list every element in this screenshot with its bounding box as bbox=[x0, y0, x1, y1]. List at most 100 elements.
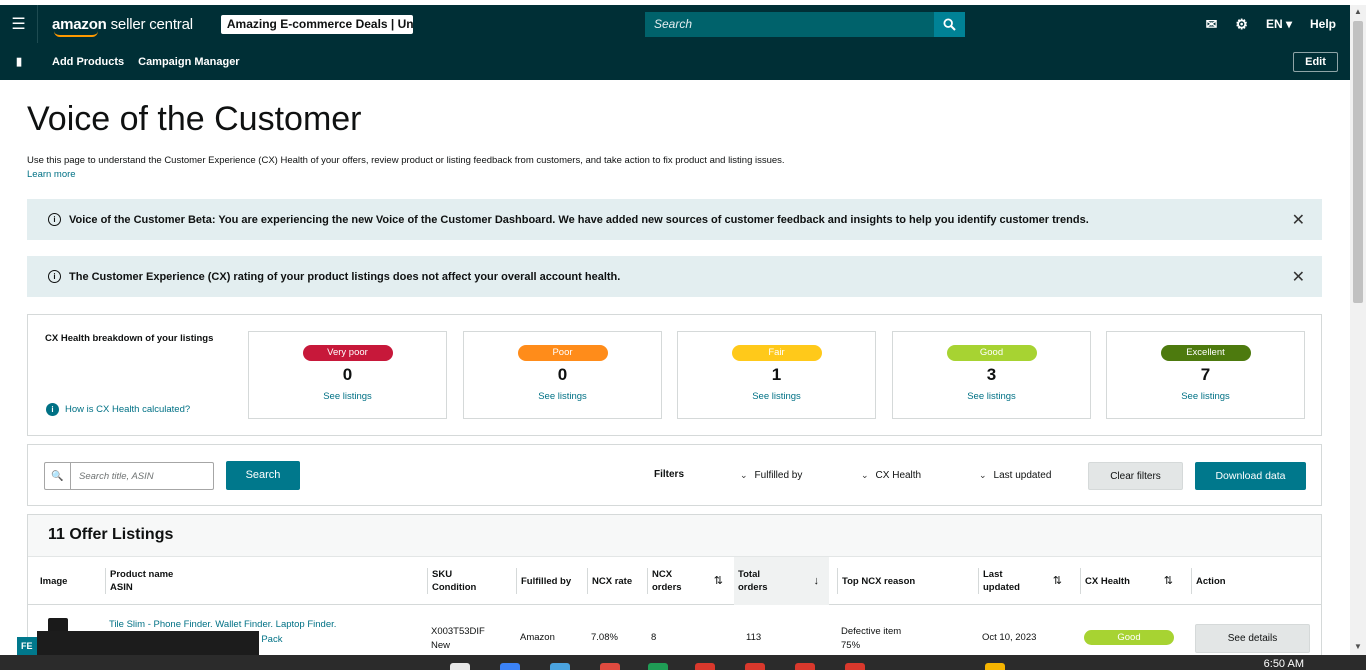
cx-badge-fair: Fair bbox=[731, 345, 822, 361]
see-listings-link[interactable]: See listings bbox=[464, 391, 661, 402]
taskbar-app-icon[interactable] bbox=[550, 663, 570, 670]
col-top-ncx-reason[interactable]: Top NCX reason bbox=[837, 568, 967, 594]
help-link[interactable]: Help bbox=[1310, 17, 1336, 31]
mail-icon[interactable]: ✉ bbox=[1206, 16, 1218, 33]
scroll-down-icon[interactable]: ▼ bbox=[1354, 642, 1362, 651]
beta-banner: i Voice of the Customer Beta: You are ex… bbox=[27, 199, 1322, 240]
col-total-orders[interactable]: Total orders ↓ bbox=[734, 557, 829, 605]
col-fulfilled-by[interactable]: Fulfilled by bbox=[516, 568, 588, 594]
col-product-name[interactable]: Product name ASIN bbox=[105, 568, 419, 594]
bookmark-bar: ▮ Add Products Campaign Manager Edit bbox=[0, 43, 1350, 80]
taskbar-app-icon[interactable] bbox=[500, 663, 520, 670]
filter-last-updated[interactable]: ⌄ Last updated bbox=[979, 470, 1051, 481]
filter-cx-health[interactable]: ⌄ CX Health bbox=[861, 470, 921, 481]
col-last-updated-text-1: Last bbox=[983, 569, 1003, 580]
beta-banner-text: Voice of the Customer Beta: You are expe… bbox=[69, 213, 1089, 226]
reason-value: Defective item bbox=[841, 626, 902, 637]
cx-health-how-link[interactable]: i How is CX Health calculated? bbox=[46, 403, 190, 416]
close-icon[interactable]: ✕ bbox=[1292, 210, 1305, 230]
see-details-button[interactable]: See details bbox=[1195, 624, 1310, 653]
download-data-button[interactable]: Download data bbox=[1195, 462, 1306, 490]
filter-fulfilled-by[interactable]: ⌄ Fulfilled by bbox=[740, 470, 802, 481]
see-listings-link[interactable]: See listings bbox=[893, 391, 1090, 402]
global-search-button[interactable] bbox=[934, 12, 965, 37]
col-total-orders-label: Total orders bbox=[738, 568, 768, 594]
cx-rating-banner-text: The Customer Experience (CX) rating of y… bbox=[69, 270, 621, 283]
col-total-orders-text-2: orders bbox=[738, 582, 768, 593]
bookmark-add-products[interactable]: Add Products bbox=[52, 56, 124, 68]
see-listings-link[interactable]: See listings bbox=[1107, 391, 1304, 402]
top-nav-bar: ☰ amazon seller central Amazing E-commer… bbox=[0, 5, 1350, 43]
close-icon[interactable]: ✕ bbox=[1292, 267, 1305, 287]
language-selector[interactable]: EN ▾ bbox=[1266, 17, 1292, 31]
sort-icon[interactable]: ⇅ bbox=[1053, 575, 1062, 588]
sort-icon[interactable]: ⇅ bbox=[714, 575, 723, 588]
taskbar-app-icon[interactable] bbox=[985, 663, 1005, 670]
page-title: Voice of the Customer bbox=[27, 100, 362, 138]
app-root: ☰ amazon seller central Amazing E-commer… bbox=[0, 0, 1366, 670]
col-ncx-orders-text-1: NCX bbox=[652, 569, 673, 580]
col-asin-text: ASIN bbox=[110, 582, 133, 593]
brand-logo[interactable]: amazon seller central bbox=[52, 15, 193, 37]
col-ncx-orders[interactable]: NCX orders ⇅ bbox=[647, 568, 733, 594]
edit-bookmarks-button[interactable]: Edit bbox=[1293, 52, 1338, 72]
clear-filters-button[interactable]: Clear filters bbox=[1088, 462, 1183, 490]
filter-cx-health-label: CX Health bbox=[875, 470, 922, 481]
taskbar-app-icon[interactable] bbox=[648, 663, 668, 670]
info-icon: i bbox=[48, 213, 61, 226]
col-product-name-text: Product name bbox=[110, 569, 174, 580]
gear-icon[interactable]: ⚙ bbox=[1235, 16, 1248, 33]
taskbar-app-icon[interactable] bbox=[845, 663, 865, 670]
cx-badge-good: Good bbox=[946, 345, 1037, 361]
col-last-updated-label: Last updated bbox=[983, 568, 1020, 594]
bookmark-icon[interactable]: ▮ bbox=[0, 55, 38, 68]
global-search-input[interactable]: Search bbox=[645, 12, 934, 37]
col-ncx-rate[interactable]: NCX rate bbox=[587, 568, 639, 594]
col-last-updated[interactable]: Last updated ⇅ bbox=[978, 568, 1072, 594]
brand-seller-central: seller central bbox=[106, 15, 193, 33]
taskbar-app-icon[interactable] bbox=[795, 663, 815, 670]
filter-fulfilled-by-label: Fulfilled by bbox=[754, 470, 803, 481]
cx-badge-excellent: Excellent bbox=[1160, 345, 1251, 361]
listing-search-placeholder: Search title, ASIN bbox=[79, 470, 154, 482]
cx-badge-very-poor: Very poor bbox=[302, 345, 393, 361]
scrollbar-thumb[interactable] bbox=[1353, 21, 1363, 303]
taskbar-app-icon[interactable] bbox=[450, 663, 470, 670]
product-name-line-1: Tile Slim - Phone Finder. Wallet Finder.… bbox=[109, 619, 337, 630]
cx-rating-banner: i The Customer Experience (CX) rating of… bbox=[27, 256, 1322, 297]
fulfilled-by-value: Amazon bbox=[520, 632, 555, 643]
chevron-down-icon: ⌄ bbox=[979, 470, 987, 480]
cx-count-fair: 1 bbox=[771, 365, 782, 384]
search-icon: 🔍 bbox=[45, 463, 71, 489]
col-cx-health-label: CX Health bbox=[1085, 575, 1130, 587]
taskbar-app-icon[interactable] bbox=[600, 663, 620, 670]
reason-pct-value: 75% bbox=[841, 640, 861, 651]
see-listings-link[interactable]: See listings bbox=[678, 391, 875, 402]
sort-descending-icon[interactable]: ↓ bbox=[814, 575, 820, 588]
sort-icon[interactable]: ⇅ bbox=[1164, 575, 1173, 588]
hamburger-menu-icon[interactable]: ☰ bbox=[0, 5, 38, 43]
col-sku[interactable]: SKU Condition bbox=[427, 568, 507, 594]
bookmark-campaign-manager[interactable]: Campaign Manager bbox=[138, 56, 239, 68]
scroll-up-icon[interactable]: ▲ bbox=[1354, 7, 1362, 16]
filter-bar: 🔍 Search title, ASIN Search Filters ⌄ Ful… bbox=[27, 444, 1322, 506]
total-orders-value: 113 bbox=[746, 632, 762, 643]
listing-search-input[interactable]: 🔍 Search title, ASIN bbox=[44, 462, 214, 490]
taskbar-app-icon[interactable] bbox=[745, 663, 765, 670]
col-sku-label: SKU Condition bbox=[432, 568, 476, 594]
cx-badge-poor: Poor bbox=[517, 345, 608, 361]
taskbar-app-icon[interactable] bbox=[695, 663, 715, 670]
ncx-rate-value: 7.08% bbox=[591, 632, 618, 643]
col-cx-health[interactable]: CX Health ⇅ bbox=[1080, 568, 1183, 594]
vertical-scrollbar[interactable]: ▲ ▼ bbox=[1350, 5, 1366, 655]
search-icon bbox=[943, 18, 956, 31]
cx-count-very-poor: 0 bbox=[342, 365, 353, 384]
learn-more-link[interactable]: Learn more bbox=[27, 169, 76, 180]
listing-search-button[interactable]: Search bbox=[226, 461, 300, 490]
col-total-orders-text-1: Total bbox=[738, 569, 760, 580]
col-ncx-orders-text-2: orders bbox=[652, 582, 682, 593]
sku-value: X003T53DIF bbox=[431, 626, 485, 637]
see-listings-link[interactable]: See listings bbox=[249, 391, 446, 402]
store-selector[interactable]: Amazing E-commerce Deals | Uni... bbox=[220, 14, 413, 34]
feedback-tab[interactable]: FE bbox=[17, 637, 39, 655]
